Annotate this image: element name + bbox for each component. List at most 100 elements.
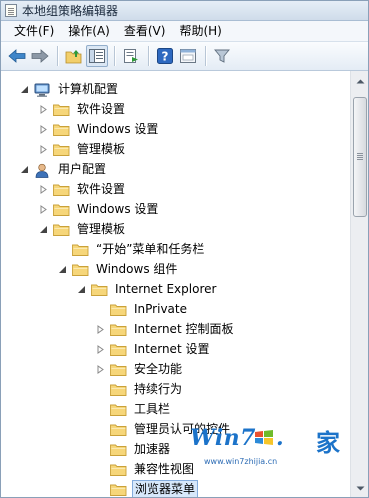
folder-icon bbox=[53, 223, 70, 236]
properties-icon[interactable] bbox=[177, 45, 199, 67]
tree-node[interactable]: 安全功能 bbox=[94, 359, 184, 379]
forward-arrow-icon[interactable] bbox=[29, 45, 51, 67]
folder-icon bbox=[110, 383, 127, 396]
folder-icon bbox=[110, 423, 127, 436]
folder-icon bbox=[53, 123, 70, 136]
tree-node[interactable]: Windows 组件 bbox=[56, 259, 179, 279]
folder-icon bbox=[110, 363, 127, 376]
user-icon bbox=[34, 163, 51, 178]
tree-node[interactable]: 管理模板 bbox=[37, 139, 127, 159]
tree-node-label: Windows 组件 bbox=[96, 262, 178, 276]
watermark-url: www.win7zhijia.cn bbox=[204, 457, 278, 466]
tree-node[interactable]: 用户配置 bbox=[18, 159, 108, 179]
folder-icon bbox=[110, 403, 127, 416]
menu-bar: 文件(F) 操作(A) 查看(V) 帮助(H) bbox=[1, 21, 368, 41]
tree-node-label: 计算机配置 bbox=[58, 82, 119, 96]
tree-node-label: 软件设置 bbox=[77, 102, 126, 116]
tree-node[interactable]: 浏览器菜单 bbox=[94, 479, 199, 497]
tree-node-label: Windows 设置 bbox=[77, 202, 159, 216]
folder-icon bbox=[72, 263, 89, 276]
menu-item[interactable]: 查看(V) bbox=[117, 22, 173, 40]
menu-item[interactable]: 帮助(H) bbox=[172, 22, 228, 40]
collapsed-arrow-icon[interactable] bbox=[37, 103, 49, 115]
windows-flag-icon bbox=[255, 430, 273, 445]
folder-icon bbox=[53, 203, 70, 216]
window-title: 本地组策略编辑器 bbox=[22, 4, 119, 18]
tree-node[interactable]: 持续行为 bbox=[94, 379, 184, 399]
folder-icon bbox=[53, 183, 70, 196]
tree-node-label: 持续行为 bbox=[134, 382, 183, 396]
tree-node-label: Windows 设置 bbox=[77, 122, 159, 136]
toolbar-separator bbox=[205, 46, 206, 66]
tree-node[interactable]: 软件设置 bbox=[37, 99, 127, 119]
tree-node[interactable]: 计算机配置 bbox=[18, 79, 120, 99]
tree-node[interactable]: Internet 控制面板 bbox=[94, 319, 235, 339]
menu-item[interactable]: 操作(A) bbox=[61, 22, 117, 40]
back-arrow-icon[interactable] bbox=[6, 45, 28, 67]
toolbar: ? bbox=[1, 41, 368, 71]
collapsed-arrow-icon[interactable] bbox=[94, 343, 106, 355]
group-policy-editor-window: 本地组策略编辑器 文件(F) 操作(A) 查看(V) 帮助(H) ? 计算机配置软件设… bbox=[0, 0, 369, 498]
scroll-thumb[interactable] bbox=[353, 97, 367, 217]
tree-node[interactable]: “开始”菜单和任务栏 bbox=[56, 239, 206, 259]
tree-node[interactable]: Windows 设置 bbox=[37, 199, 160, 219]
menu-item[interactable]: 文件(F) bbox=[7, 22, 61, 40]
tree-node-label: Internet 设置 bbox=[134, 342, 210, 356]
watermark-dot: . bbox=[276, 425, 285, 451]
up-folder-icon[interactable] bbox=[63, 45, 85, 67]
folder-icon bbox=[110, 483, 127, 496]
tree-node-label: “开始”菜单和任务栏 bbox=[96, 242, 205, 256]
expanded-arrow-icon[interactable] bbox=[18, 83, 30, 95]
collapsed-arrow-icon[interactable] bbox=[37, 143, 49, 155]
toolbar-separator bbox=[148, 46, 149, 66]
tree-node[interactable]: Internet 设置 bbox=[94, 339, 211, 359]
tree-node-label: 安全功能 bbox=[134, 362, 183, 376]
scroll-up-arrow-icon[interactable] bbox=[352, 73, 368, 90]
expanded-arrow-icon[interactable] bbox=[37, 223, 49, 235]
tree-node-label: 浏览器菜单 bbox=[132, 480, 199, 497]
vertical-scrollbar[interactable] bbox=[350, 71, 368, 497]
collapsed-arrow-icon[interactable] bbox=[37, 203, 49, 215]
tree-node[interactable]: Internet Explorer bbox=[75, 279, 218, 299]
tree-node-label: 软件设置 bbox=[77, 182, 126, 196]
tree-node[interactable]: 兼容性视图 bbox=[94, 459, 196, 479]
expanded-arrow-icon[interactable] bbox=[18, 163, 30, 175]
watermark-brand: Win7 bbox=[190, 425, 256, 451]
filter-icon[interactable] bbox=[211, 45, 233, 67]
tree-node-label: Internet Explorer bbox=[115, 282, 217, 296]
collapsed-arrow-icon[interactable] bbox=[37, 123, 49, 135]
tree-node-label: 管理模板 bbox=[77, 222, 126, 236]
tree-node[interactable]: 工具栏 bbox=[94, 399, 172, 419]
scroll-down-arrow-icon[interactable] bbox=[352, 480, 368, 497]
tree-node[interactable]: Windows 设置 bbox=[37, 119, 160, 139]
collapsed-arrow-icon[interactable] bbox=[37, 183, 49, 195]
tree-node-label: 加速器 bbox=[134, 442, 171, 456]
folder-icon bbox=[110, 323, 127, 336]
folder-icon bbox=[91, 283, 108, 296]
tree-node[interactable]: 管理模板 bbox=[37, 219, 127, 239]
show-hide-tree-icon[interactable] bbox=[86, 45, 108, 67]
help-icon[interactable]: ? bbox=[154, 45, 176, 67]
computer-icon bbox=[34, 83, 51, 97]
folder-icon bbox=[110, 303, 127, 316]
tree-node[interactable]: 加速器 bbox=[94, 439, 172, 459]
tree-node-label: 工具栏 bbox=[134, 402, 171, 416]
folder-icon bbox=[53, 143, 70, 156]
tree-node-label: Internet 控制面板 bbox=[134, 322, 234, 336]
watermark-jia: 家 bbox=[316, 429, 340, 457]
export-list-icon[interactable] bbox=[120, 45, 142, 67]
expanded-arrow-icon[interactable] bbox=[75, 283, 87, 295]
title-bar: 本地组策略编辑器 bbox=[1, 1, 368, 21]
folder-icon bbox=[72, 243, 89, 256]
tree-node[interactable]: 软件设置 bbox=[37, 179, 127, 199]
folder-icon bbox=[110, 343, 127, 356]
tree-node-label: 管理模板 bbox=[77, 142, 126, 156]
app-icon bbox=[5, 4, 17, 17]
expanded-arrow-icon[interactable] bbox=[56, 263, 68, 275]
svg-text:?: ? bbox=[162, 50, 169, 64]
collapsed-arrow-icon[interactable] bbox=[94, 323, 106, 335]
tree-node[interactable]: InPrivate bbox=[94, 299, 189, 319]
collapsed-arrow-icon[interactable] bbox=[94, 363, 106, 375]
tree-node-label: 用户配置 bbox=[58, 162, 107, 176]
watermark-logo: Win7 . 家 www.win7zhijia.cn bbox=[184, 421, 352, 477]
